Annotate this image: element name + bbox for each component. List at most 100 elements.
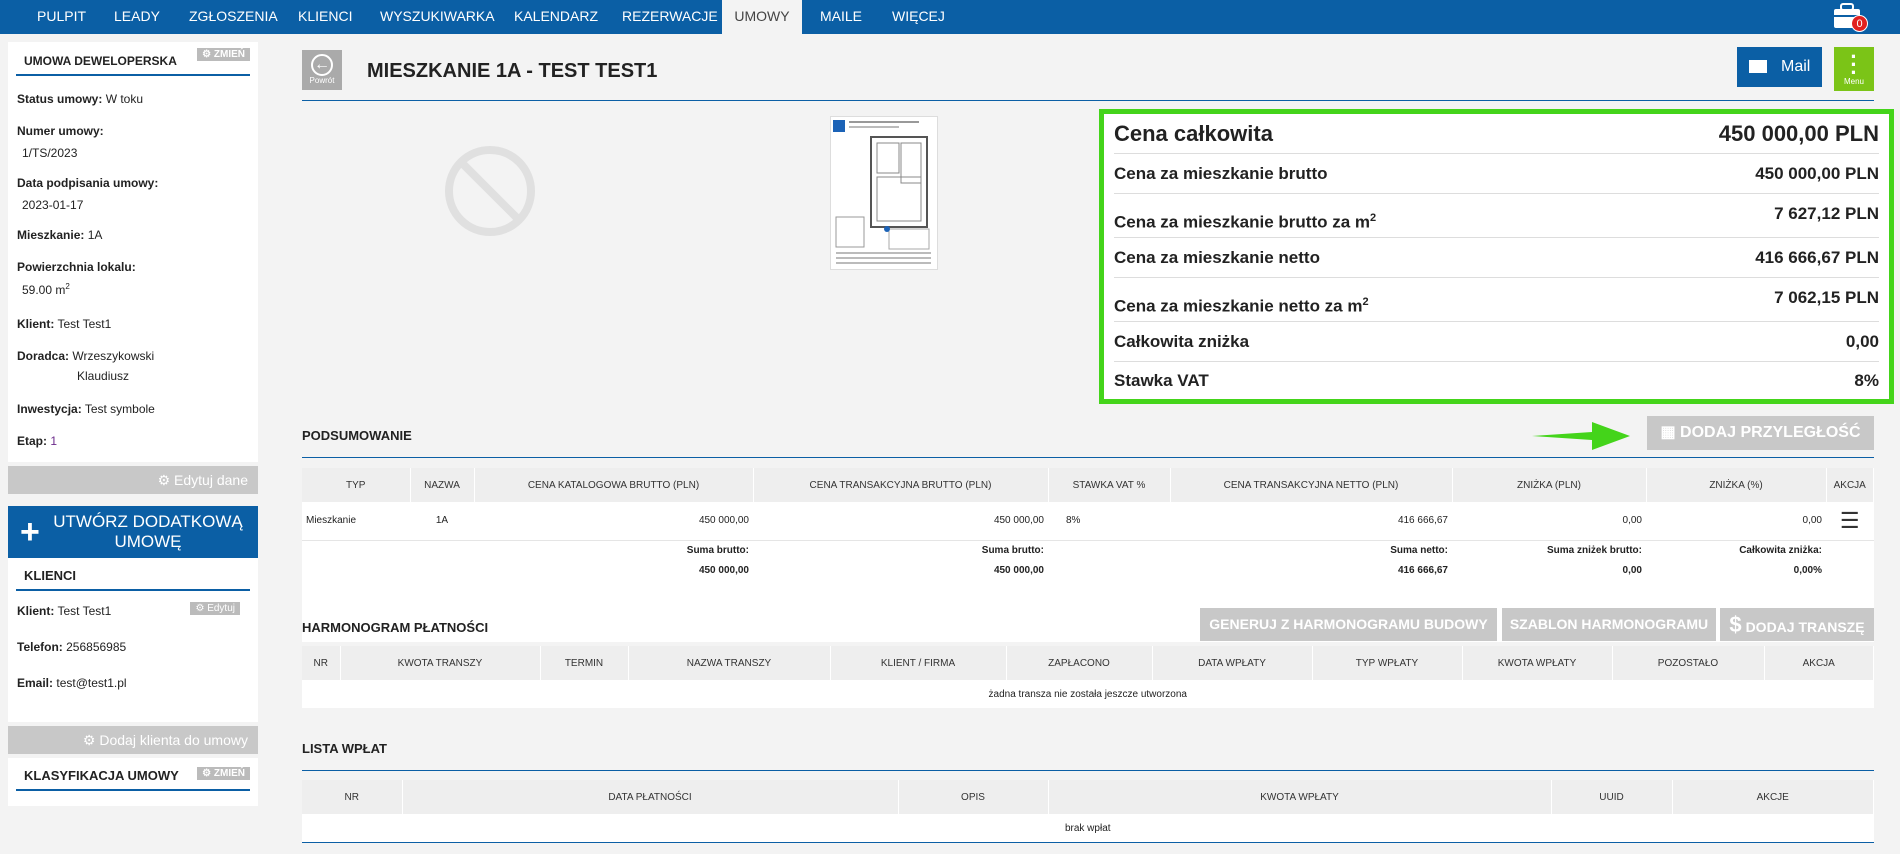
apartment-field: Mieszkanie: 1A: [17, 228, 103, 242]
title-divider: [302, 100, 1874, 101]
price-row: Cena za mieszkanie brutto za m2 7 627,12 …: [1114, 194, 1879, 238]
table-header: TERMIN: [540, 646, 629, 680]
schedule-table: NR KWOTA TRANSZY TERMIN NAZWA TRANSZY KL…: [302, 646, 1874, 708]
nav-rezerwacje[interactable]: REZERWACJE: [610, 0, 730, 34]
hamburger-menu-icon[interactable]: ☰: [1826, 502, 1874, 540]
nav-wyszukiwarka[interactable]: WYSZUKIWARKA: [368, 0, 507, 34]
payments-table: NR DATA PŁATNOŚCI OPIS KWOTA WPŁATY UUID…: [302, 780, 1874, 842]
nav-umowy[interactable]: UMOWY: [722, 0, 802, 34]
table-header: KWOTA TRANSZY: [340, 646, 541, 680]
table-header: DATA WPŁATY: [1152, 646, 1313, 680]
plus-icon: +: [20, 513, 40, 551]
table-header: ZNIŻKA (%): [1646, 468, 1827, 502]
generate-schedule-button[interactable]: GENERUJ Z HARMONOGRAMU BUDOWY: [1200, 608, 1497, 641]
client2-field: Klient: Test Test1 ⚙ Edytuj: [8, 602, 258, 618]
price-row: Cena za mieszkanie netto za m2 7 062,15 P…: [1114, 278, 1879, 322]
no-image-icon: [444, 145, 536, 237]
price-row: Cena za mieszkanie netto 416 666,67 PLN: [1114, 238, 1879, 278]
table-header: UUID: [1551, 780, 1673, 814]
contract-card-header: UMOWA DEWELOPERSKA ⚙ ZMIEŃ: [16, 42, 250, 76]
table-header: CENA TRANSAKCYJNA NETTO (PLN): [1170, 468, 1453, 502]
edit-client-button[interactable]: ⚙ Edytuj: [190, 602, 240, 615]
table-header: NR: [302, 646, 341, 680]
table-header: NAZWA TRANSZY: [628, 646, 831, 680]
nav-pulpit[interactable]: PULPIT: [25, 0, 98, 34]
advisor-field: Doradca: Wrzeszykowski Klaudiusz: [17, 349, 155, 383]
table-header: CENA KATALOGOWA BRUTTO (PLN): [474, 468, 754, 502]
status-field: Status umowy: W toku: [17, 92, 144, 106]
clients-card: KLIENCI Klient: Test Test1 ⚙ Edytuj Tele…: [8, 558, 258, 722]
page-title: MIESZKANIE 1A - TEST TEST1: [367, 60, 658, 82]
briefcase-icon[interactable]: 0: [1832, 2, 1868, 32]
table-header: AKCJE: [1672, 780, 1874, 814]
table-header: ZNIŻKA (PLN): [1452, 468, 1647, 502]
back-button[interactable]: ← Powrót: [302, 50, 342, 90]
add-client-button[interactable]: ⚙ Dodaj klienta do umowy: [8, 726, 258, 754]
nav-wiecej[interactable]: WIĘCEJ: [880, 0, 957, 34]
classification-header: KLASYFIKACJA UMOWY ⚙ ZMIEŃ: [16, 758, 250, 791]
table-header: TYP WPŁATY: [1312, 646, 1463, 680]
notification-badge: 0: [1851, 15, 1868, 32]
add-adjacency-button[interactable]: ▦ DODAJ PRZYLEGŁOŚĆ: [1647, 416, 1874, 450]
table-header: DATA PŁATNOŚCI: [402, 780, 899, 814]
table-header: OPIS: [898, 780, 1049, 814]
payments-divider: [302, 770, 1874, 771]
empty-row: brak wpłat: [1064, 822, 1111, 834]
table-header: KWOTA WPŁATY: [1048, 780, 1552, 814]
nav-maile[interactable]: MAILE: [808, 0, 874, 34]
stage-field: Etap: 1: [17, 434, 58, 448]
menu-button[interactable]: · · · Menu: [1834, 44, 1874, 91]
more-vertical-icon: · · ·: [1850, 44, 1858, 85]
clients-title: KLIENCI: [16, 558, 250, 591]
investment-field: Inwestycja: Test symbole: [17, 402, 155, 416]
arrow-right-icon: [1532, 418, 1632, 457]
mail-button[interactable]: Mail: [1737, 47, 1822, 87]
table-row: Mieszkanie 1A 450 000,00 450 000,00 8% 4…: [302, 502, 1874, 540]
contract-card: UMOWA DEWELOPERSKA ⚙ ZMIEŃ Status umowy:…: [8, 42, 258, 462]
nav-zgloszenia[interactable]: ZGŁOSZENIA: [177, 0, 290, 34]
create-additional-contract-button[interactable]: + UTWÓRZ DODATKOWĄ UMOWĘ: [8, 506, 258, 558]
edit-data-button[interactable]: ⚙ Edytuj dane: [8, 466, 258, 494]
table-header: AKCJA: [1764, 646, 1874, 680]
price-row: Cena za mieszkanie brutto 450 000,00 PLN: [1114, 154, 1879, 194]
empty-row: żadna transza nie została jeszcze utworz…: [988, 688, 1187, 700]
add-tranche-button[interactable]: $ DODAJ TRANSZĘ: [1720, 608, 1874, 641]
floor-plan-thumbnail[interactable]: [830, 116, 938, 270]
nav-klienci[interactable]: KLIENCI: [286, 0, 364, 34]
table-header: NAZWA: [410, 468, 475, 502]
table-header: NR: [302, 780, 403, 814]
nav-leady[interactable]: LEADY: [102, 0, 172, 34]
building-icon: ▦: [1660, 424, 1676, 441]
table-header: TYP: [302, 468, 411, 502]
nav-kalendarz[interactable]: KALENDARZ: [502, 0, 610, 34]
contract-type-title: UMOWA DEWELOPERSKA: [24, 54, 177, 68]
table-header: CENA TRANSAKCYJNA BRUTTO (PLN): [753, 468, 1049, 502]
payments-title: LISTA WPŁAT: [302, 741, 387, 756]
table-header: KWOTA WPŁATY: [1462, 646, 1613, 680]
schedule-template-button[interactable]: SZABLON HARMONOGRAMU: [1502, 608, 1716, 641]
sidebar: UMOWA DEWELOPERSKA ⚙ ZMIEŃ Status umowy:…: [8, 42, 258, 806]
table-header: ZAPŁACONO: [1006, 646, 1153, 680]
price-row-total: Cena całkowita 450 000,00 PLN: [1114, 114, 1879, 154]
status-value: W toku: [105, 92, 144, 106]
dollar-icon: $: [1729, 612, 1742, 637]
price-row: Stawka VAT 8%: [1114, 371, 1879, 390]
table-summary-row: Suma brutto: 450 000,00 Suma brutto: 450 0…: [686, 544, 1822, 576]
bottom-divider: [302, 842, 1874, 843]
change-classification-button[interactable]: ⚙ ZMIEŃ: [197, 767, 250, 780]
client-field: Klient: Test Test1: [17, 317, 112, 331]
envelope-icon: [1749, 60, 1767, 73]
table-header: POZOSTAŁO: [1612, 646, 1765, 680]
email-field: Email: test@test1.pl: [17, 676, 127, 690]
date-value: 2023-01-17: [22, 198, 84, 212]
change-contract-button[interactable]: ⚙ ZMIEŃ: [197, 48, 250, 61]
price-summary-box: Cena całkowita 450 000,00 PLN Cena za mie…: [1099, 109, 1894, 404]
top-navigation: PULPIT LEADY ZGŁOSZENIA KLIENCI WYSZUKIW…: [0, 0, 1900, 34]
classification-card: KLASYFIKACJA UMOWY ⚙ ZMIEŃ: [8, 758, 258, 806]
arrow-left-icon: ←: [311, 54, 333, 76]
table-header: STAWKA VAT %: [1048, 468, 1171, 502]
phone-field: Telefon: 256856985: [17, 640, 127, 654]
table-header: KLIENT / FIRMA: [830, 646, 1007, 680]
table-header: AKCJA: [1826, 468, 1874, 502]
summary-title: PODSUMOWANIE: [302, 428, 412, 443]
